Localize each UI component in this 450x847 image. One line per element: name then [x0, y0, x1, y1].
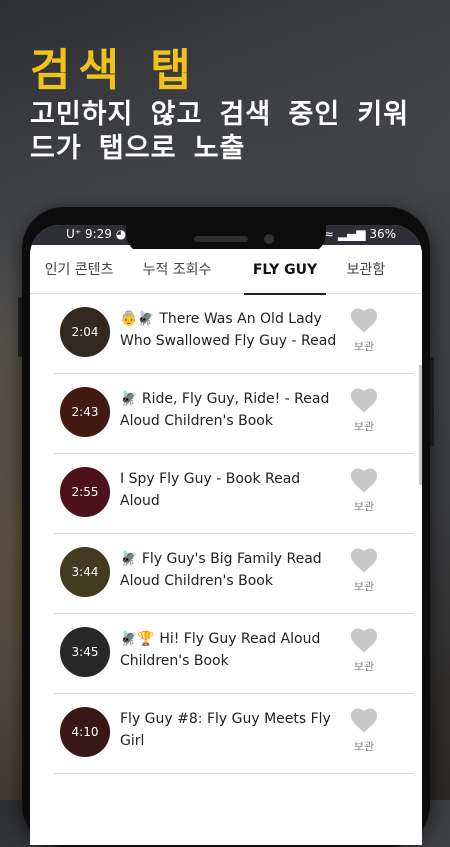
- video-list-item[interactable]: 3:44 🪰 Fly Guy's Big Family Read Aloud C…: [54, 534, 414, 614]
- video-title[interactable]: 👵🪰 There Was An Old Lady Who Swallowed F…: [120, 308, 344, 352]
- status-right: ≈ ▂▄▆ 36%: [324, 227, 396, 241]
- video-list: 2:04 👵🪰 There Was An Old Lady Who Swallo…: [30, 294, 422, 774]
- promo-title: 검색 탭: [30, 45, 199, 96]
- video-thumbnail[interactable]: 2:55: [60, 467, 110, 517]
- video-thumbnail[interactable]: 4:10: [60, 707, 110, 757]
- speaker-grille: [194, 236, 248, 242]
- video-list-item[interactable]: 2:43 🪰 Ride, Fly Guy, Ride! - Read Aloud…: [54, 374, 414, 454]
- video-thumbnail[interactable]: 2:43: [60, 387, 110, 437]
- signal-icon: ▂▄▆: [337, 227, 366, 241]
- phone-side-button: [18, 297, 22, 357]
- video-title[interactable]: I Spy Fly Guy - Book Read Aloud: [120, 468, 344, 512]
- video-title[interactable]: Fly Guy #8: Fly Guy Meets Fly Girl: [120, 708, 344, 752]
- save-label: 보관: [353, 500, 375, 513]
- tab-saved[interactable]: 보관함: [336, 249, 396, 293]
- video-thumbnail[interactable]: 3:44: [60, 547, 110, 597]
- heart-icon: [350, 468, 378, 493]
- heart-icon: [350, 308, 378, 333]
- save-button[interactable]: 보관: [346, 706, 382, 754]
- save-label: 보관: [353, 420, 375, 433]
- video-duration: 2:43: [60, 387, 110, 437]
- clock: 9:29: [84, 227, 112, 241]
- phone-frame: U⁺ 9:29 ◕ ≈ ▂▄▆ 36% 인기 콘텐츠 누적 조회수 FLY GU…: [18, 207, 434, 847]
- video-duration: 2:04: [60, 307, 110, 357]
- promo-subtitle: 고민하지 않고 검색 중인 키워드가 탭으로 노출: [30, 99, 410, 164]
- save-label: 보관: [353, 660, 375, 673]
- phone-side-button: [430, 357, 434, 447]
- video-duration: 3:45: [60, 627, 110, 677]
- video-title[interactable]: 🪰 Ride, Fly Guy, Ride! - Read Aloud Chil…: [120, 388, 344, 432]
- video-title[interactable]: 🪰🏆 Hi! Fly Guy Read Aloud Children's Boo…: [120, 628, 344, 672]
- video-duration: 2:55: [60, 467, 110, 517]
- video-title[interactable]: 🪰 Fly Guy's Big Family Read Aloud Childr…: [120, 548, 344, 592]
- video-list-item[interactable]: 3:45 🪰🏆 Hi! Fly Guy Read Aloud Children'…: [54, 614, 414, 694]
- save-label: 보관: [353, 740, 375, 753]
- save-button[interactable]: 보관: [346, 386, 382, 434]
- app-notification-icon: ◕: [115, 227, 127, 241]
- video-thumbnail[interactable]: 2:04: [60, 307, 110, 357]
- tab-bar: 인기 콘텐츠 누적 조회수 FLY GUY 보관함: [30, 249, 422, 295]
- tab-popular[interactable]: 인기 콘텐츠: [36, 249, 122, 293]
- front-camera: [264, 234, 274, 244]
- save-label: 보관: [353, 340, 375, 353]
- video-duration: 3:44: [60, 547, 110, 597]
- save-button[interactable]: 보관: [346, 546, 382, 594]
- save-label: 보관: [353, 580, 375, 593]
- tab-fly-guy[interactable]: FLY GUY: [244, 249, 326, 295]
- video-duration: 4:10: [60, 707, 110, 757]
- battery-level: 36%: [369, 227, 396, 241]
- promo-banner: 검색 탭 고민하지 않고 검색 중인 키워드가 탭으로 노출: [0, 0, 450, 200]
- video-list-item[interactable]: 2:55 I Spy Fly Guy - Book Read Aloud 보관: [54, 454, 414, 534]
- video-thumbnail[interactable]: 3:45: [60, 627, 110, 677]
- heart-icon: [350, 388, 378, 413]
- save-button[interactable]: 보관: [346, 466, 382, 514]
- heart-icon: [350, 708, 378, 733]
- app-screen: U⁺ 9:29 ◕ ≈ ▂▄▆ 36% 인기 콘텐츠 누적 조회수 FLY GU…: [30, 225, 422, 845]
- scrollbar[interactable]: [419, 365, 422, 485]
- save-button[interactable]: 보관: [346, 626, 382, 674]
- video-list-item[interactable]: 4:10 Fly Guy #8: Fly Guy Meets Fly Girl …: [54, 694, 414, 774]
- video-list-item[interactable]: 2:04 👵🪰 There Was An Old Lady Who Swallo…: [54, 294, 414, 374]
- status-left: U⁺ 9:29 ◕: [66, 227, 126, 241]
- tab-total-views[interactable]: 누적 조회수: [134, 249, 220, 293]
- save-button[interactable]: 보관: [346, 306, 382, 354]
- heart-icon: [350, 548, 378, 573]
- carrier-label: U⁺: [66, 227, 82, 241]
- heart-icon: [350, 628, 378, 653]
